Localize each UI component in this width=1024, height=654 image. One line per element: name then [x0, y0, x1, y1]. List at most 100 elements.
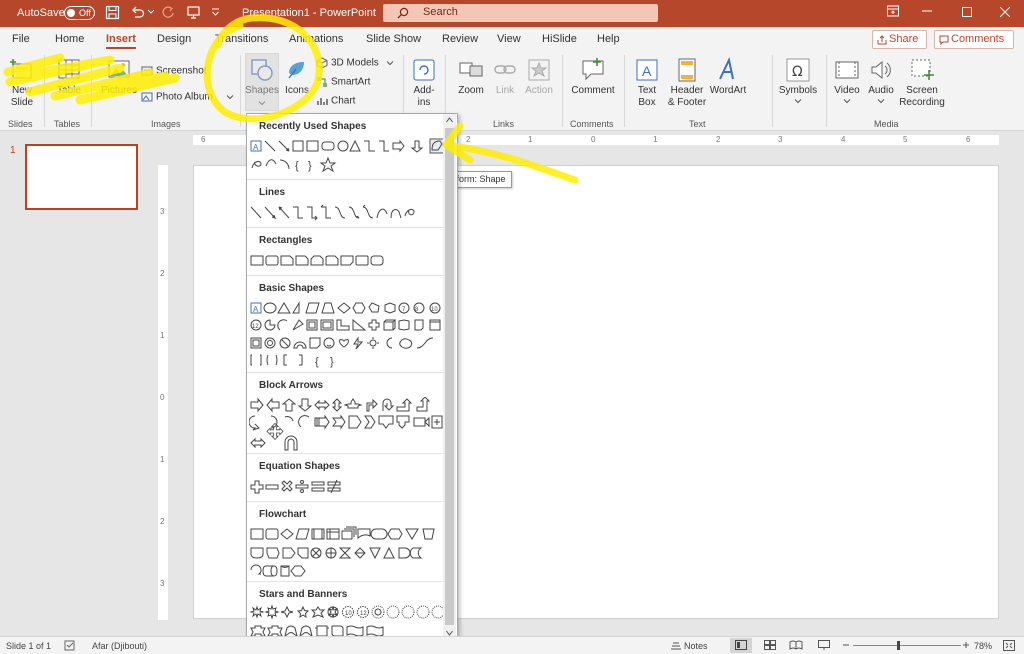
basic-shapes-grid[interactable]: A 7 8 10 12 {} [249, 300, 445, 370]
gallery-section-stars-and-banners: Stars and Banners 10 12 [247, 581, 445, 640]
ribbon-display-icon[interactable] [886, 4, 900, 18]
tab-hislide[interactable]: HiSlide [542, 33, 577, 45]
ribbon: New Slide Table Pictures Screenshot Phot… [0, 51, 1024, 131]
zoom-slider[interactable] [853, 645, 961, 646]
tab-view[interactable]: View [497, 33, 521, 45]
customize-toolbar-icon[interactable] [211, 7, 220, 17]
notes-icon[interactable] [670, 640, 682, 651]
slide-sorter-icon[interactable] [764, 640, 776, 650]
ruler-tick-label: 1 [528, 135, 533, 144]
block-arrows-grid[interactable] [249, 397, 445, 452]
new-slide-button[interactable]: New Slide [4, 57, 40, 109]
zoom-slider-thumb[interactable] [897, 641, 900, 650]
recent-shapes-grid[interactable]: A {} [249, 138, 445, 174]
tab-home[interactable]: Home [55, 33, 84, 45]
comments-button[interactable]: Comments [934, 30, 1014, 49]
audio-button[interactable]: Audio [864, 57, 898, 107]
slide-thumbnail[interactable] [25, 144, 138, 210]
fit-to-window-icon[interactable] [1003, 640, 1015, 651]
vertical-ruler[interactable]: 3 2 1 0 1 2 3 [158, 165, 168, 620]
smartart-button[interactable]: SmartArt [316, 76, 370, 88]
icons-button[interactable]: Icons [282, 57, 312, 97]
link-label: Link [495, 85, 515, 96]
stars-and-banners-grid[interactable]: 10 12 [249, 604, 445, 640]
tab-file[interactable]: File [12, 33, 30, 45]
undo-dropdown-icon[interactable] [147, 8, 155, 16]
wordart-icon [719, 57, 734, 80]
pictures-button[interactable]: Pictures [97, 57, 141, 97]
tab-animations[interactable]: Animations [289, 33, 343, 45]
chart-button[interactable]: Chart [316, 95, 355, 107]
header-footer-label-1: Header [670, 85, 704, 96]
search-box[interactable]: Search [383, 4, 658, 22]
text-box-button[interactable]: A Text Box [630, 57, 664, 109]
video-button[interactable]: Video [830, 57, 864, 107]
share-button[interactable]: Share [872, 30, 927, 49]
addins-label-2: ins [417, 97, 431, 108]
normal-view-button[interactable] [730, 638, 752, 653]
present-from-beginning-icon[interactable] [186, 5, 201, 20]
chevron-down-icon [794, 99, 802, 104]
comment-button[interactable]: Comment [568, 57, 618, 97]
slide-show-icon[interactable] [818, 640, 830, 650]
header-footer-button[interactable]: Header & Footer [666, 57, 708, 109]
divider [826, 55, 827, 127]
gallery-section-rectangles: Rectangles [247, 227, 445, 275]
svg-text:{: { [295, 160, 299, 172]
minimize-icon[interactable] [922, 9, 932, 13]
link-icon [494, 65, 516, 74]
screenshot-button[interactable]: Screenshot [141, 65, 207, 77]
zoom-out-icon[interactable] [842, 640, 850, 650]
language-indicator[interactable]: Afar (Djibouti) [92, 641, 147, 651]
tab-slide-show[interactable]: Slide Show [366, 33, 421, 45]
flowchart-grid[interactable] [249, 526, 445, 580]
divider [44, 55, 45, 127]
header-footer-label-2: & Footer [667, 97, 707, 108]
gallery-section-lines: Lines [247, 179, 445, 227]
icons-label: Icons [285, 85, 309, 96]
reading-view-icon[interactable] [789, 640, 803, 650]
ruler-tick-label: 4 [841, 135, 846, 144]
tab-help[interactable]: Help [597, 33, 620, 45]
undo-icon[interactable] [130, 5, 145, 20]
screen-recording-icon [911, 59, 934, 80]
svg-text:A: A [253, 305, 259, 314]
svg-text:Ω: Ω [792, 64, 803, 80]
close-icon[interactable] [1000, 7, 1010, 17]
table-icon [58, 59, 80, 79]
screen-recording-button[interactable]: Screen Recording [898, 57, 946, 109]
redo-icon[interactable] [161, 5, 176, 20]
tab-design[interactable]: Design [157, 33, 191, 45]
wordart-button[interactable]: WordArt [708, 57, 748, 97]
save-icon[interactable] [105, 5, 120, 20]
ruler-tick-label: 3 [778, 135, 783, 144]
zoom-in-icon[interactable] [962, 640, 970, 650]
action-button[interactable]: Action [522, 57, 556, 97]
tab-transitions[interactable]: Transitions [215, 33, 268, 45]
3d-models-button[interactable]: 3D Models [316, 57, 397, 69]
equation-shapes-grid[interactable] [249, 478, 445, 496]
spellcheck-icon[interactable] [64, 640, 76, 651]
speaker-icon [871, 60, 891, 80]
lines-grid[interactable] [249, 204, 445, 222]
gallery-section-basic-shapes: Basic Shapes A 7 8 10 12 {} [247, 275, 445, 372]
maximize-icon[interactable] [962, 7, 972, 17]
tab-review[interactable]: Review [442, 33, 478, 45]
link-button[interactable]: Link [490, 57, 520, 97]
symbols-button[interactable]: Ω Symbols [776, 57, 820, 107]
ruler-tick-label: 2 [160, 517, 165, 526]
photo-album-button[interactable]: Photo Album [141, 91, 237, 103]
zoom-level[interactable]: 78% [974, 641, 992, 651]
ruler-tick-label: 2 [716, 135, 721, 144]
3d-models-label: 3D Models [331, 57, 379, 69]
notes-button[interactable]: Notes [684, 641, 708, 651]
gallery-scrollbar[interactable] [443, 114, 456, 639]
autosave-toggle[interactable]: Off [64, 6, 95, 20]
rectangles-grid[interactable] [249, 252, 445, 270]
scrollbar-thumb[interactable] [445, 128, 454, 625]
chevron-down-icon [843, 99, 851, 104]
addins-button[interactable]: Add- ins [409, 57, 439, 109]
table-button[interactable]: Table [52, 57, 86, 97]
zoom-button[interactable]: Zoom [452, 57, 490, 97]
tab-insert[interactable]: Insert [106, 33, 136, 49]
